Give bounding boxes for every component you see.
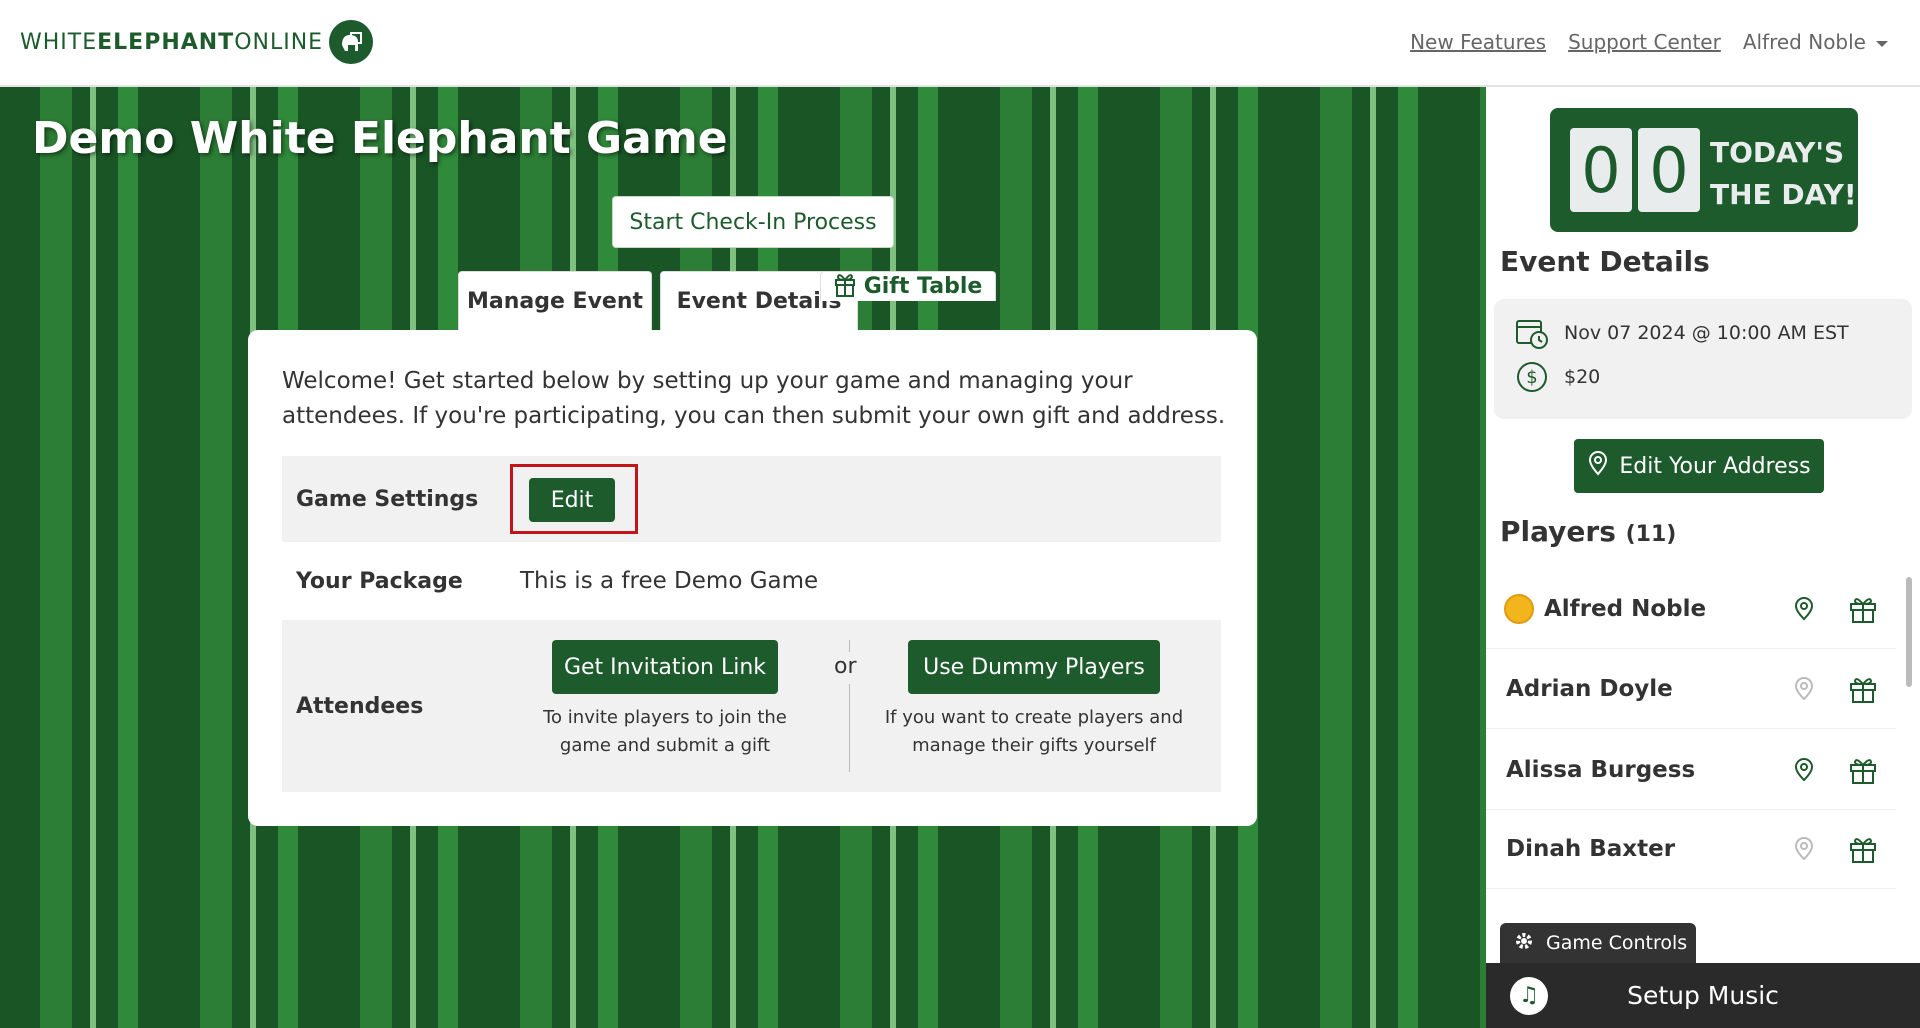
players-count: (11) <box>1625 522 1677 547</box>
setup-music-label: Setup Music <box>1627 981 1779 1010</box>
address-set-pin-icon[interactable] <box>1792 596 1816 621</box>
or-label: or <box>834 654 857 679</box>
setup-music-bar[interactable]: ♫ Setup Music <box>1486 963 1920 1028</box>
address-unset-pin-icon[interactable] <box>1792 836 1816 861</box>
player-row[interactable]: Alfred Noble <box>1486 569 1896 649</box>
calendar-clock-icon <box>1514 315 1550 351</box>
gift-icon[interactable] <box>1848 755 1878 785</box>
elephant-logo-icon <box>329 20 374 64</box>
player-row[interactable]: Adrian Doyle <box>1486 649 1896 729</box>
countdown-line-2: THE DAY! <box>1710 178 1857 211</box>
gear-icon <box>1514 931 1534 956</box>
package-row: Your Package This is a free Demo Game <box>282 542 1221 620</box>
location-pin-icon <box>1587 450 1609 482</box>
invite-hint: To invite players to join the game and s… <box>543 707 787 756</box>
page-title: Demo White Elephant Game <box>32 113 728 164</box>
event-details-box: Nov 07 2024 @ 10:00 AM EST $ $20 <box>1494 299 1912 419</box>
logo-text-elephant: ELEPHANT <box>97 29 235 55</box>
player-name: Dinah Baxter <box>1506 835 1676 862</box>
countdown-digit: 0 <box>1570 128 1632 212</box>
attendees-label: Attendees <box>296 693 424 719</box>
attendees-row: Attendees Get Invitation Link To invite … <box>282 620 1221 792</box>
player-name: Alfred Noble <box>1544 595 1707 622</box>
game-settings-label: Game Settings <box>296 486 479 512</box>
logo-text-online: ONLINE <box>234 29 324 55</box>
caret-down-icon <box>1876 40 1888 47</box>
countdown-widget: 0 0 TODAY'S THE DAY! <box>1550 108 1858 232</box>
event-datetime: Nov 07 2024 @ 10:00 AM EST <box>1514 315 1849 351</box>
package-label: Your Package <box>296 568 463 594</box>
edit-game-settings-button[interactable]: Edit <box>529 478 615 522</box>
game-controls-label: Game Controls <box>1546 932 1688 954</box>
dollar-badge-icon: $ <box>1514 359 1550 395</box>
player-row[interactable]: Alissa Burgess <box>1486 730 1896 810</box>
event-tabs: Gift Table Manage Event Event Details <box>458 271 996 331</box>
edit-address-button[interactable]: Edit Your Address <box>1574 439 1824 493</box>
player-name: Alissa Burgess <box>1506 756 1696 783</box>
address-unset-pin-icon[interactable] <box>1792 676 1816 701</box>
user-menu-dropdown[interactable]: Alfred Noble <box>1743 30 1888 54</box>
countdown-message: TODAY'S THE DAY! <box>1710 132 1857 216</box>
logo-text-white: WHITE <box>20 29 98 55</box>
host-medal-icon <box>1504 593 1534 624</box>
gift-icon[interactable] <box>1848 834 1878 864</box>
support-center-link[interactable]: Support Center <box>1568 30 1721 54</box>
event-sidebar: 0 0 TODAY'S THE DAY! Event Details Nov 0… <box>1486 87 1920 1028</box>
header-nav: New Features Support Center Alfred Noble <box>1410 30 1888 54</box>
tab-manage-event[interactable]: Manage Event <box>458 271 652 331</box>
game-controls-button[interactable]: Game Controls <box>1500 923 1696 963</box>
top-navbar: WHITE ELEPHANT ONLINE New Features Suppo… <box>0 0 1920 87</box>
package-value: This is a free Demo Game <box>520 568 819 594</box>
tab-gift-table-label: Gift Table <box>863 274 983 299</box>
event-budget-text: $20 <box>1564 366 1601 388</box>
new-features-link[interactable]: New Features <box>1410 30 1546 54</box>
event-budget: $ $20 <box>1514 359 1600 395</box>
gift-icon[interactable] <box>1848 594 1878 624</box>
svg-text:$: $ <box>1526 367 1537 388</box>
manage-event-panel: Welcome! Get started below by setting up… <box>248 330 1257 826</box>
countdown-digit: 0 <box>1638 128 1700 212</box>
sidebar-scrollbar[interactable] <box>1906 577 1912 687</box>
player-row[interactable]: Dinah Baxter <box>1486 809 1896 889</box>
player-name: Adrian Doyle <box>1506 675 1673 702</box>
dummy-hint: If you want to create players and manage… <box>884 707 1184 756</box>
countdown-line-1: TODAY'S <box>1710 136 1845 169</box>
address-set-pin-icon[interactable] <box>1792 757 1816 782</box>
use-dummy-players-button[interactable]: Use Dummy Players <box>908 640 1160 694</box>
event-datetime-text: Nov 07 2024 @ 10:00 AM EST <box>1564 322 1849 344</box>
music-note-icon: ♫ <box>1510 976 1548 1015</box>
players-heading: Players (11) <box>1500 515 1676 548</box>
gift-icon[interactable] <box>1848 674 1878 704</box>
site-logo[interactable]: WHITE ELEPHANT ONLINE <box>20 20 374 64</box>
game-settings-row: Game Settings Edit <box>282 456 1221 542</box>
get-invitation-link-button[interactable]: Get Invitation Link <box>552 640 778 694</box>
user-menu-name: Alfred Noble <box>1742 30 1866 54</box>
start-check-in-button[interactable]: Start Check-In Process <box>612 196 894 248</box>
tab-gift-table[interactable]: Gift Table <box>820 271 996 301</box>
event-details-heading: Event Details <box>1500 245 1710 278</box>
gift-icon <box>834 271 856 303</box>
edit-address-label: Edit Your Address <box>1619 453 1811 479</box>
welcome-text: Welcome! Get started below by setting up… <box>282 368 1226 429</box>
players-heading-text: Players <box>1500 515 1616 548</box>
